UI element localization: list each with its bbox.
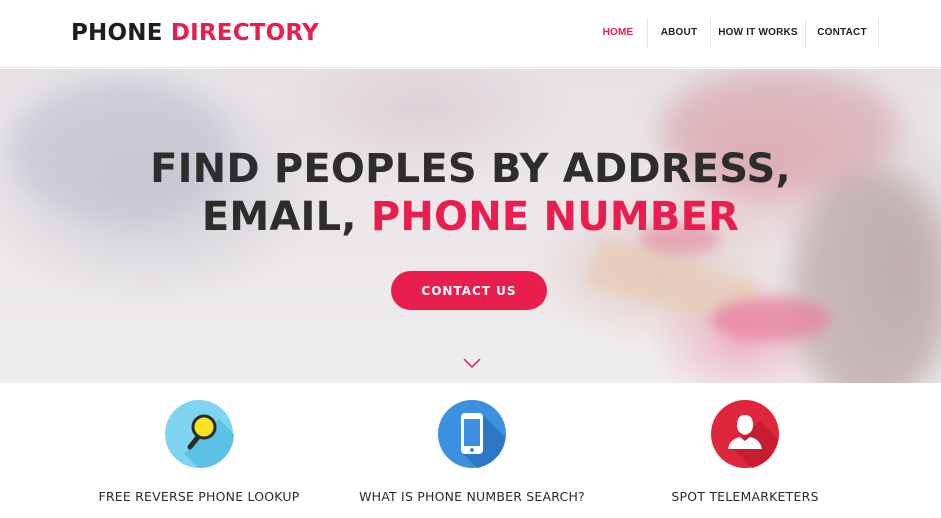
- nav-about[interactable]: ABOUT: [648, 18, 711, 48]
- nav-home[interactable]: HOME: [589, 18, 648, 48]
- site-header: PHONE DIRECTORY HOME ABOUT HOW IT WORKS …: [0, 0, 941, 68]
- feature-label: WHAT IS PHONE NUMBER SEARCH?: [359, 489, 585, 504]
- feature-label: FREE REVERSE PHONE LOOKUP: [98, 489, 300, 504]
- hero-section: FIND PEOPLES BY ADDRESS, EMAIL, PHONE NU…: [0, 69, 941, 383]
- feature-phone-search[interactable]: WHAT IS PHONE NUMBER SEARCH?: [347, 399, 597, 504]
- main-nav: HOME ABOUT HOW IT WORKS CONTACT: [589, 18, 879, 48]
- hero-heading-plain: EMAIL,: [201, 194, 371, 240]
- hero-heading-highlight: PHONE NUMBER: [370, 194, 740, 240]
- hero-heading-line1: FIND PEOPLES BY ADDRESS,: [150, 146, 791, 192]
- feature-spot-telemarketers[interactable]: SPOT TELEMARKETERS: [620, 399, 870, 504]
- nav-contact[interactable]: CONTACT: [806, 18, 879, 48]
- hero-heading: FIND PEOPLES BY ADDRESS, EMAIL, PHONE NU…: [0, 145, 941, 241]
- logo-text-phone: PHONE: [71, 20, 163, 46]
- user-icon: [711, 400, 779, 468]
- site-logo[interactable]: PHONE DIRECTORY: [71, 18, 319, 48]
- hero-heading-line2: EMAIL, PHONE NUMBER: [0, 193, 941, 241]
- feature-label: SPOT TELEMARKETERS: [671, 489, 819, 504]
- magnifier-icon: [165, 400, 234, 469]
- feature-reverse-lookup[interactable]: FREE REVERSE PHONE LOOKUP: [74, 399, 324, 504]
- logo-text-directory: DIRECTORY: [170, 20, 319, 46]
- smartphone-icon: [438, 400, 506, 468]
- contact-us-button[interactable]: CONTACT US: [391, 271, 547, 310]
- nav-how-it-works[interactable]: HOW IT WORKS: [711, 18, 806, 48]
- chevron-down-icon[interactable]: [463, 357, 481, 369]
